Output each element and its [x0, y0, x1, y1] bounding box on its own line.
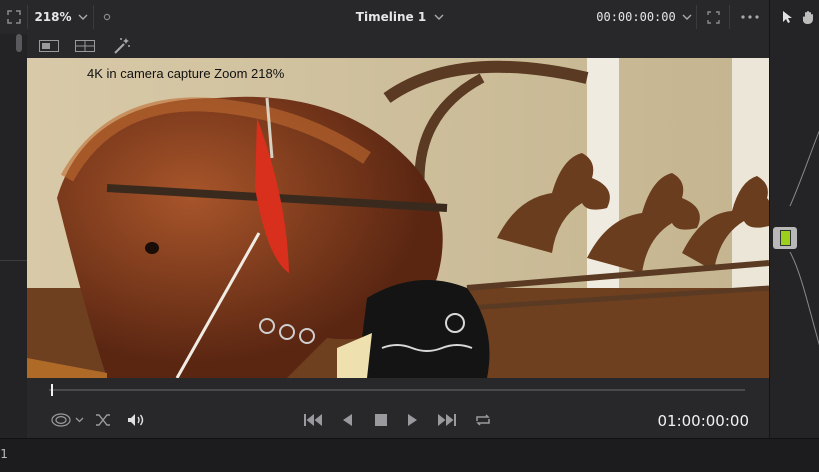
play-reverse-icon	[343, 414, 352, 426]
chevron-down-icon	[434, 14, 444, 20]
divider	[696, 5, 697, 29]
pointer-icon	[782, 11, 792, 23]
dual-viewer-icon	[75, 40, 95, 52]
scrub-bar[interactable]	[49, 389, 745, 391]
shuffle-button[interactable]	[93, 410, 113, 430]
options-button[interactable]	[98, 0, 116, 34]
chevron-down-icon	[75, 417, 83, 423]
divider	[27, 5, 28, 29]
scrollbar-thumb[interactable]	[16, 34, 22, 52]
viewer-toolbar	[27, 34, 769, 58]
loop-button[interactable]	[471, 410, 495, 430]
playhead[interactable]	[51, 384, 53, 396]
selection-tool-button[interactable]	[778, 0, 796, 34]
magic-wand-icon	[114, 38, 130, 54]
more-icon	[741, 15, 759, 19]
loop-icon	[476, 414, 490, 426]
zoom-dropdown[interactable]: 218%	[30, 0, 92, 34]
skip-back-icon	[304, 414, 322, 426]
more-button[interactable]	[732, 0, 768, 34]
viewer-header: 218% Timeline 1 00:00:00:00	[0, 0, 819, 35]
skip-forward-icon	[438, 414, 456, 426]
magic-wand-button[interactable]	[111, 36, 133, 56]
fullscreen-icon	[706, 10, 720, 24]
zoom-value: 218%	[34, 10, 72, 24]
video-viewer[interactable]: 4K in camera capture Zoom 218%	[27, 58, 769, 378]
chevron-down-icon	[682, 14, 692, 20]
chevron-down-icon	[78, 14, 88, 20]
track-label: V1	[0, 447, 8, 461]
timecode-dropdown[interactable]: 00:00:00:00	[596, 0, 692, 34]
hand-icon	[802, 11, 813, 24]
expand-button[interactable]	[0, 0, 27, 34]
shuffle-icon	[96, 414, 110, 426]
single-viewer-icon	[39, 40, 59, 52]
play-icon	[408, 414, 417, 426]
bottom-strip: V1	[0, 438, 819, 472]
stop-button[interactable]	[371, 410, 391, 430]
keyframe-icon	[779, 230, 791, 246]
overlay-caption: 4K in camera capture Zoom 218%	[87, 66, 285, 81]
playback-timecode: 01:00:00:00	[657, 412, 749, 430]
skip-to-end-button[interactable]	[435, 410, 459, 430]
dual-viewer-button[interactable]	[73, 37, 97, 55]
dot-icon	[103, 13, 111, 21]
divider	[729, 5, 730, 29]
divider	[0, 260, 27, 261]
fullscreen-button[interactable]	[700, 0, 726, 34]
keyframe-handle[interactable]	[773, 227, 797, 249]
expand-icon	[6, 10, 21, 24]
timeline-selector[interactable]: Timeline 1	[340, 0, 460, 34]
left-panel	[0, 34, 27, 438]
volume-button[interactable]	[125, 410, 147, 430]
play-reverse-button[interactable]	[337, 410, 357, 430]
skip-to-start-button[interactable]	[301, 410, 325, 430]
onion-skin-dropdown[interactable]	[47, 410, 87, 430]
video-frame	[27, 58, 769, 378]
timeline-title: Timeline 1	[355, 10, 427, 24]
header-timecode: 00:00:00:00	[596, 10, 676, 24]
hand-tool-button[interactable]	[798, 0, 818, 34]
onion-skin-icon	[50, 413, 71, 427]
single-viewer-button[interactable]	[37, 37, 61, 55]
transport-bar: 01:00:00:00	[27, 378, 769, 438]
speaker-icon	[128, 414, 144, 426]
play-button[interactable]	[403, 410, 423, 430]
timeline-side-panel	[769, 0, 819, 438]
divider	[93, 5, 94, 29]
stop-icon	[375, 414, 387, 426]
